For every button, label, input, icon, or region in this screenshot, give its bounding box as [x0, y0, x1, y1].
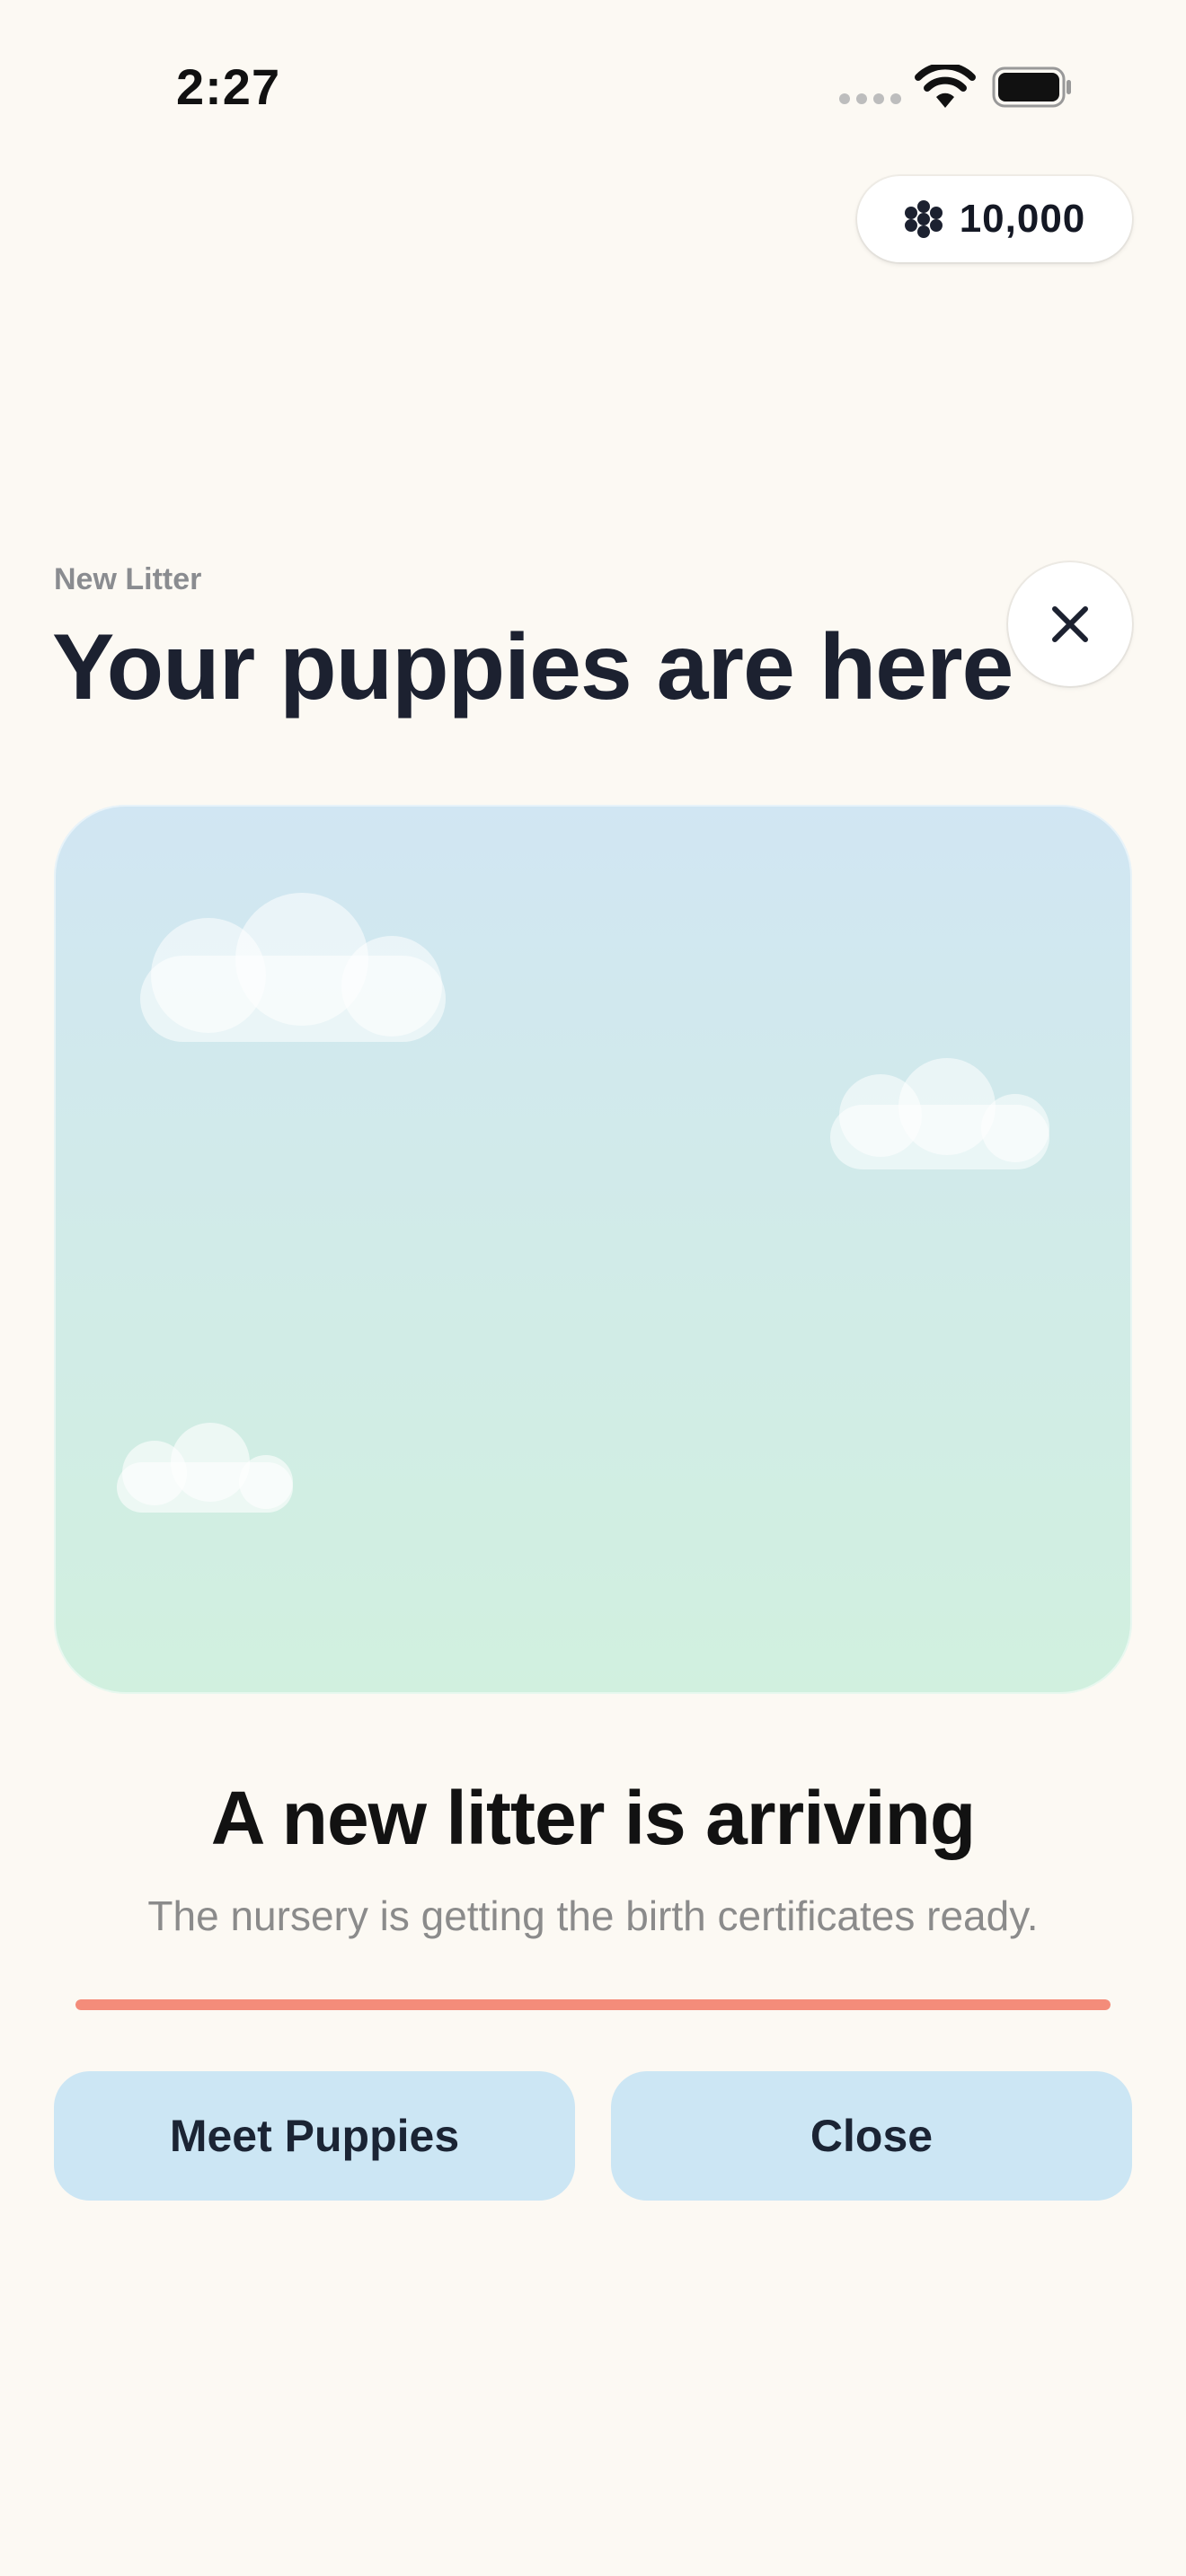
status-message: The nursery is getting the birth certifi…	[147, 1892, 1039, 1939]
progress-fill	[75, 1999, 1111, 2010]
cloud-medium	[830, 1058, 1049, 1169]
wifi-icon	[915, 65, 976, 108]
meet-puppies-button[interactable]: Meet Puppies	[54, 2071, 575, 2201]
cloud-large	[140, 893, 446, 1042]
status-bar: 2:27	[0, 0, 1186, 180]
page-title: Your puppies are here	[52, 615, 1013, 719]
cellular-signal-icon	[839, 93, 901, 104]
close-button[interactable]: Close	[611, 2071, 1132, 2201]
dismiss-button[interactable]	[1008, 562, 1132, 686]
status-time: 2:27	[176, 58, 281, 115]
progress-bar	[75, 1999, 1111, 2010]
section-eyebrow: New Litter	[54, 562, 202, 596]
battery-icon	[992, 66, 1071, 108]
currency-balance[interactable]: 10,000	[857, 176, 1132, 262]
cloud-small	[117, 1423, 293, 1513]
litter-illustration	[54, 805, 1132, 1694]
status-headline: A new litter is arriving	[210, 1776, 976, 1860]
currency-amount: 10,000	[959, 197, 1086, 241]
close-icon	[1052, 606, 1088, 642]
paw-coin-icon	[904, 200, 943, 238]
